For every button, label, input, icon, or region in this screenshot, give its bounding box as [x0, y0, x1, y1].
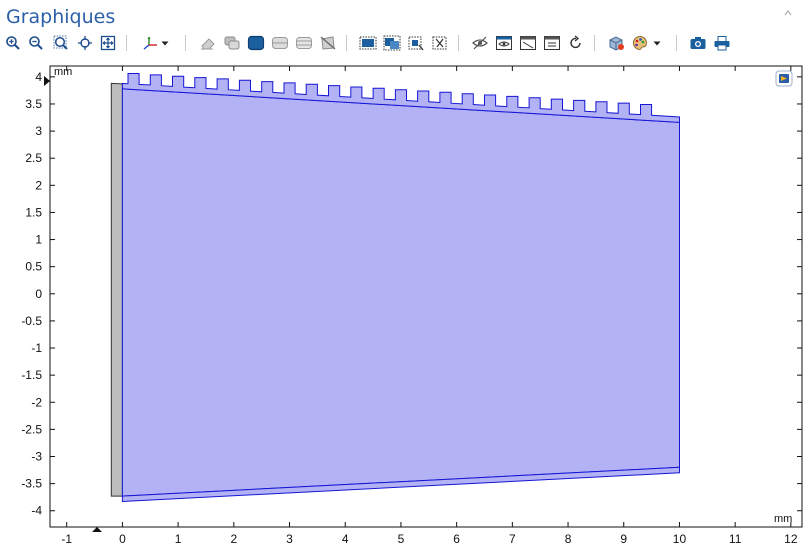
y-tick-label: 1.5: [25, 205, 42, 219]
zoom-out-icon[interactable]: [26, 33, 45, 52]
y-tick-label: 0: [35, 287, 42, 301]
y-tick-label: -2: [31, 395, 42, 409]
y-tick-label: 1: [35, 233, 42, 247]
main-domain[interactable]: [121, 88, 680, 497]
graphics-canvas[interactable]: 4 3.5 3 2.5 2 1.5 1 0.5 0 -0.5 -1 -1.5 -2 -2.5 -3 -3.5 -…: [0, 56, 811, 554]
hide-selection-icon[interactable]: [318, 33, 337, 52]
geometry-plot[interactable]: 4 3.5 3 2.5 2 1.5 1 0.5 0 -0.5 -1 -1.5 -2 -2.5 -3 -3.5 -…: [0, 56, 811, 554]
x-tick-label: 7: [509, 532, 516, 546]
y-tick-label: -1.5: [21, 368, 42, 382]
y-tick-label: 2: [35, 178, 42, 192]
graphics-toolbar: [0, 31, 811, 55]
y-tick-label: -4: [31, 504, 42, 518]
x-tick-label: 2: [230, 532, 237, 546]
reset-icon[interactable]: [566, 33, 585, 52]
axis-orientation-icon[interactable]: [140, 33, 159, 52]
view-active-icon[interactable]: [494, 33, 513, 52]
y-tick-label: -3: [31, 449, 42, 463]
x-tick-label: 8: [565, 532, 572, 546]
collapse-caret-icon[interactable]: [783, 8, 793, 18]
transparency-icon[interactable]: [222, 33, 241, 52]
y-tick-label: 3.5: [25, 97, 42, 111]
x-tick-label: 3: [286, 532, 293, 546]
y-tick-label: 2.5: [25, 151, 42, 165]
x-tick-label: 9: [620, 532, 627, 546]
dropdown-icon[interactable]: [159, 33, 171, 52]
x-axis-marker-icon: [92, 527, 102, 532]
scene-light-icon[interactable]: [606, 33, 625, 52]
visibility-icon[interactable]: [470, 33, 489, 52]
y-tick-label: -0.5: [21, 314, 42, 328]
center-icon[interactable]: [75, 33, 94, 52]
y-tick-label: -1: [31, 341, 42, 355]
select-box-icon[interactable]: [358, 33, 377, 52]
print-icon[interactable]: [712, 33, 731, 52]
y-tick-label: 3: [35, 124, 42, 138]
render-solid-icon[interactable]: [246, 33, 265, 52]
x-tick-label: -1: [61, 532, 72, 546]
view-settings-icon[interactable]: [542, 33, 561, 52]
x-tick-label: 5: [398, 532, 405, 546]
wireframe-icon[interactable]: [270, 33, 289, 52]
select-inverse-icon[interactable]: [406, 33, 425, 52]
y-tick-label: -2.5: [21, 422, 42, 436]
y-unit-label: mm: [54, 66, 72, 78]
erase-icon[interactable]: [198, 33, 217, 52]
dropdown-icon[interactable]: [651, 33, 663, 52]
substrate-wall[interactable]: [110, 82, 123, 497]
x-unit-label: mm: [774, 513, 792, 525]
x-tick-label: 12: [784, 532, 798, 546]
zoom-in-icon[interactable]: [3, 33, 22, 52]
colors-icon[interactable]: [630, 33, 649, 52]
x-tick-label: 1: [175, 532, 182, 546]
view-cube-icon[interactable]: [775, 70, 793, 87]
y-tick-label: 4: [35, 70, 42, 84]
y-tick-label: 0.5: [25, 260, 42, 274]
view-list-icon[interactable]: [518, 33, 537, 52]
clear-selection-icon[interactable]: [430, 33, 449, 52]
window-title: Graphiques: [6, 6, 116, 28]
select-all-icon[interactable]: [382, 33, 401, 52]
x-tick-label: 6: [453, 532, 460, 546]
y-tick-label: -3.5: [21, 477, 42, 491]
wireframe-alt-icon[interactable]: [294, 33, 313, 52]
y-axis-marker-icon: [44, 76, 50, 86]
zoom-extents-icon[interactable]: [98, 33, 117, 52]
geometry[interactable]: [110, 73, 680, 503]
camera-icon[interactable]: [688, 33, 707, 52]
graphics-window-titlebar: Graphiques: [0, 0, 811, 30]
x-axis-labels: -1 0 1 2 3 4 5 6 7 8 9 10 11 12: [61, 532, 797, 546]
x-tick-label: 11: [729, 532, 742, 546]
x-tick-label: 10: [673, 532, 687, 546]
x-tick-label: 4: [342, 532, 349, 546]
y-axis-labels: 4 3.5 3 2.5 2 1.5 1 0.5 0 -0.5 -1 -1.5 -2 -2.5 -3 -3.5 -…: [21, 70, 42, 518]
x-tick-label: 0: [119, 532, 126, 546]
zoom-box-icon[interactable]: [51, 33, 70, 52]
